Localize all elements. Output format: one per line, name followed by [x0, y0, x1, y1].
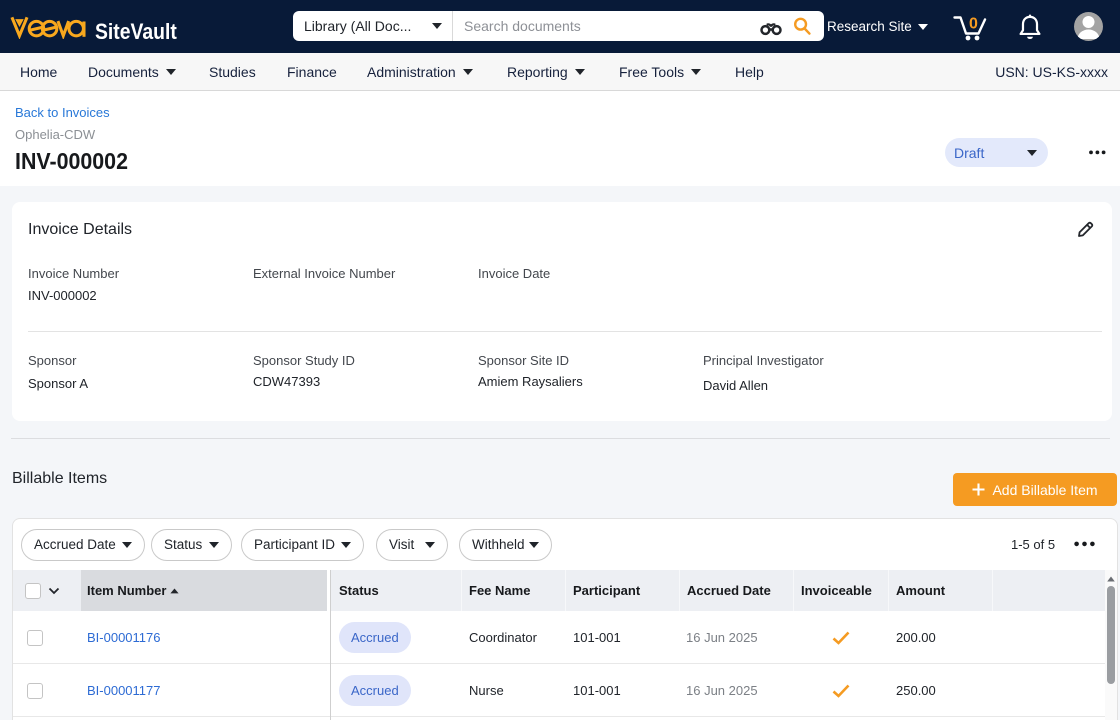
svg-text:0: 0	[969, 16, 978, 33]
